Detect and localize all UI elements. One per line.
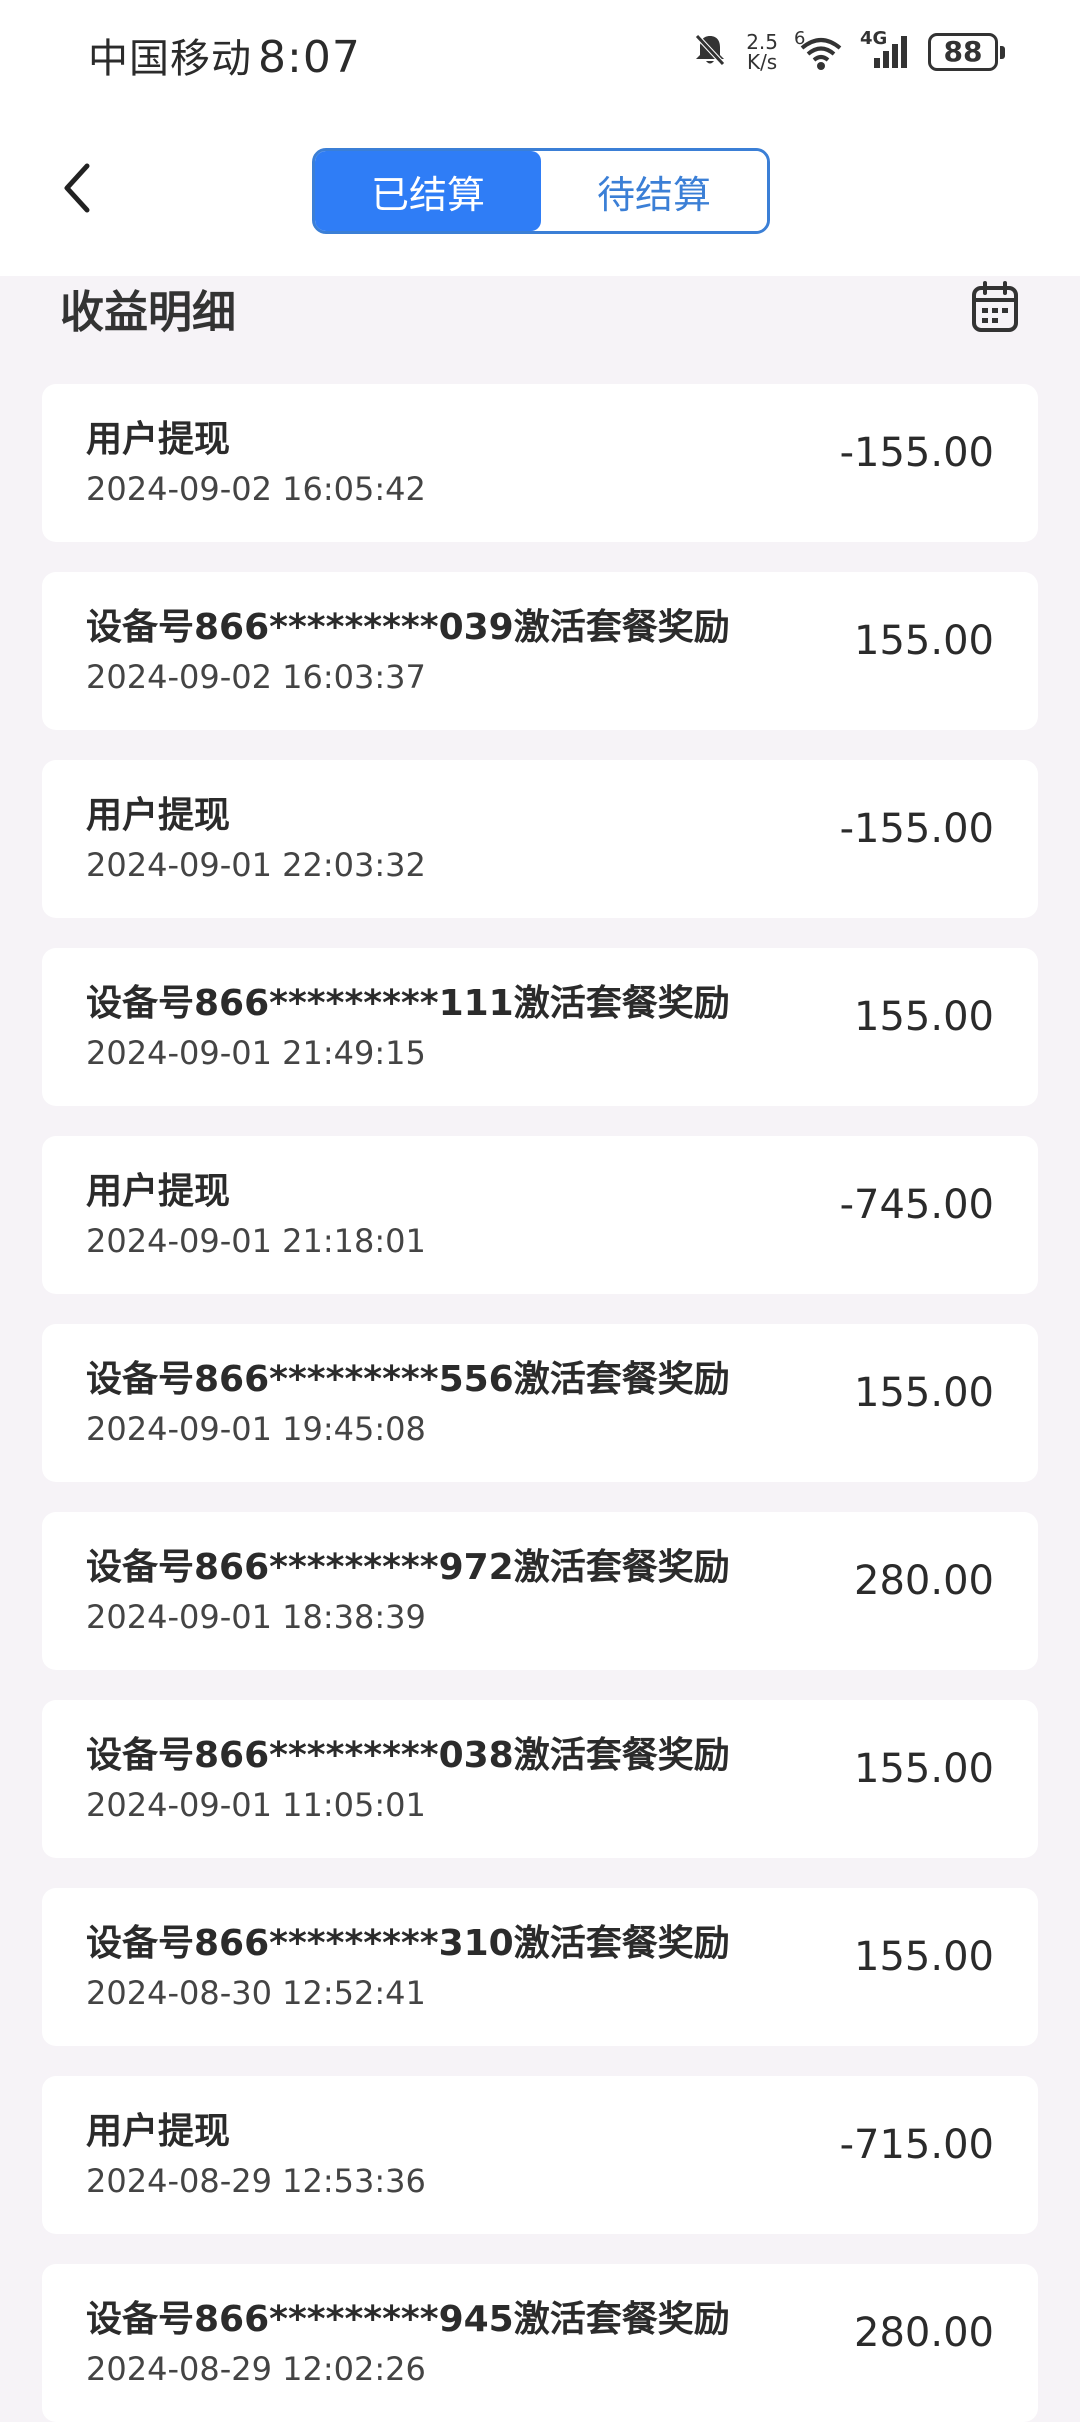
record-time: 2024-09-01 11:05:01 [86, 1786, 426, 1824]
list-item[interactable]: 设备号866*********039激活套餐奖励 2024-09-02 16:0… [42, 572, 1038, 730]
record-title: 设备号866*********556激活套餐奖励 [86, 1359, 730, 1400]
list-item[interactable]: 用户提现 2024-09-01 21:18:01 -745.00 [42, 1136, 1038, 1294]
carrier-time: 中国移动 8:07 [88, 26, 361, 84]
record-title: 用户提现 [86, 2111, 231, 2152]
section-header: 收益明细 [0, 276, 1080, 376]
record-title: 设备号866*********310激活套餐奖励 [86, 1923, 730, 1964]
carrier-name: 中国移动 [88, 36, 252, 82]
record-time: 2024-09-01 21:49:15 [86, 1034, 426, 1072]
record-title: 设备号866*********039激活套餐奖励 [86, 607, 730, 648]
record-title: 用户提现 [86, 1171, 231, 1212]
settlement-tabs: 已结算 待结算 [312, 148, 770, 234]
list-item[interactable]: 用户提现 2024-09-01 22:03:32 -155.00 [42, 760, 1038, 918]
list-item[interactable]: 用户提现 2024-08-29 12:53:36 -715.00 [42, 2076, 1038, 2234]
record-amount: 280.00 [854, 1558, 994, 1604]
record-title: 设备号866*********972激活套餐奖励 [86, 1547, 730, 1588]
net-speed: 2.5 K/s [746, 32, 778, 72]
record-amount: 155.00 [854, 1370, 994, 1416]
record-amount: -745.00 [839, 1182, 994, 1228]
record-time: 2024-08-29 12:53:36 [86, 2162, 426, 2200]
record-title: 设备号866*********038激活套餐奖励 [86, 1735, 730, 1776]
record-time: 2024-09-01 22:03:32 [86, 846, 426, 884]
record-time: 2024-09-01 21:18:01 [86, 1222, 426, 1260]
record-time: 2024-08-29 12:02:26 [86, 2350, 426, 2388]
calendar-button[interactable] [970, 280, 1020, 336]
bell-off-icon [690, 30, 730, 74]
record-amount: 155.00 [854, 618, 994, 664]
tab-pending[interactable]: 待结算 [541, 151, 767, 231]
list-item[interactable]: 设备号866*********111激活套餐奖励 2024-09-01 21:4… [42, 948, 1038, 1106]
tab-settled[interactable]: 已结算 [315, 151, 541, 231]
record-amount: 155.00 [854, 1934, 994, 1980]
record-time: 2024-09-01 19:45:08 [86, 1410, 426, 1448]
record-title: 用户提现 [86, 795, 231, 836]
record-time: 2024-09-02 16:05:42 [86, 470, 426, 508]
cell-signal-icon: 4G [860, 28, 912, 72]
net-speed-value: 2.5 [746, 30, 778, 54]
record-amount: 155.00 [854, 1746, 994, 1792]
record-amount: -155.00 [839, 430, 994, 476]
header: 已结算 待结算 [0, 104, 1080, 276]
record-time: 2024-09-02 16:03:37 [86, 658, 426, 696]
record-title: 设备号866*********111激活套餐奖励 [86, 983, 730, 1024]
record-title: 用户提现 [86, 419, 231, 460]
record-time: 2024-08-30 12:52:41 [86, 1974, 426, 2012]
list-item[interactable]: 设备号866*********310激活套餐奖励 2024-08-30 12:5… [42, 1888, 1038, 2046]
list-item[interactable]: 设备号866*********556激活套餐奖励 2024-09-01 19:4… [42, 1324, 1038, 1482]
net-speed-unit: K/s [746, 50, 778, 74]
record-time: 2024-09-01 18:38:39 [86, 1598, 426, 1636]
battery-icon: 88 [928, 33, 1005, 71]
chevron-left-icon [64, 163, 90, 213]
list-item[interactable]: 设备号866*********972激活套餐奖励 2024-09-01 18:3… [42, 1512, 1038, 1670]
list-item[interactable]: 用户提现 2024-09-02 16:05:42 -155.00 [42, 384, 1038, 542]
calendar-icon [972, 281, 1018, 332]
record-title: 设备号866*********945激活套餐奖励 [86, 2299, 730, 2340]
wifi-icon: 6 [794, 28, 844, 72]
record-amount: 280.00 [854, 2310, 994, 2356]
status-icons: 2.5 K/s 6 4G 88 [690, 28, 1005, 76]
list-item[interactable]: 设备号866*********038激活套餐奖励 2024-09-01 11:0… [42, 1700, 1038, 1858]
clock: 8:07 [258, 32, 361, 83]
list-item[interactable]: 设备号866*********945激活套餐奖励 2024-08-29 12:0… [42, 2264, 1038, 2422]
record-amount: -715.00 [839, 2122, 994, 2168]
status-bar: 中国移动 8:07 2.5 K/s 6 4G 88 [0, 0, 1080, 104]
page-title: 收益明细 [60, 287, 236, 338]
record-amount: 155.00 [854, 994, 994, 1040]
back-button[interactable] [46, 148, 106, 228]
record-amount: -155.00 [839, 806, 994, 852]
